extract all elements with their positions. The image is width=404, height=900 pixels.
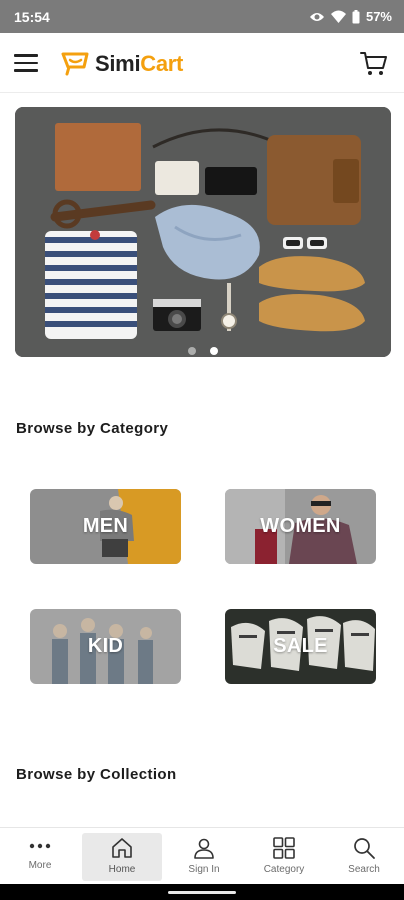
logo-cart-icon (61, 52, 89, 76)
nav-label-sign-in: Sign In (188, 864, 220, 875)
menu-icon-bar (14, 54, 38, 57)
banner-image (15, 107, 391, 357)
carousel-dot[interactable] (188, 347, 196, 355)
status-time: 15:54 (14, 8, 50, 25)
wifi-icon (330, 10, 346, 23)
nav-label-home: Home (108, 864, 136, 875)
nav-item-home[interactable]: Home (82, 833, 162, 881)
nav-label-category: Category (263, 864, 305, 875)
nav-item-sign-in[interactable]: Sign In (164, 828, 244, 884)
more-dots-icon (29, 843, 51, 849)
women-label: WOMEN (260, 515, 341, 537)
menu-button[interactable] (14, 49, 46, 77)
menu-icon-bar (14, 69, 38, 72)
app-header: SimiCart (0, 33, 404, 93)
sale-label: SALE (273, 635, 328, 657)
home-gesture-handle[interactable] (168, 891, 236, 894)
hero-banner[interactable] (15, 107, 391, 357)
home-icon (112, 838, 132, 858)
collection-section-title: Browse by Collection (16, 766, 177, 783)
battery-level: 57% (365, 9, 392, 24)
shopping-cart-icon (360, 52, 387, 75)
nav-label-more: More (28, 860, 52, 871)
battery-icon (352, 9, 360, 23)
status-bar: 15:54 57% (0, 0, 404, 33)
carousel-dot-active[interactable] (210, 347, 218, 355)
logo-simi-text: Simi (95, 51, 141, 76)
grid-icon (273, 837, 295, 859)
nav-label-search: Search (348, 864, 380, 875)
cart-button[interactable] (360, 51, 388, 77)
eye-icon (309, 12, 324, 21)
logo-cart-text: Cart (140, 51, 184, 76)
user-icon (194, 838, 214, 859)
search-icon (354, 838, 375, 859)
category-section-title: Browse by Category (16, 420, 169, 437)
simicart-logo[interactable]: SimiCart (61, 49, 183, 79)
category-tile-men[interactable]: MEN (30, 489, 181, 564)
system-gesture-bar (0, 884, 404, 900)
menu-icon-bar (14, 61, 38, 65)
category-tile-women[interactable]: WOMEN (225, 489, 376, 564)
men-label: MEN (82, 515, 129, 537)
nav-item-more[interactable]: More (0, 828, 80, 884)
bottom-navigation: More Home Sign In Category Search (0, 827, 404, 884)
status-icons: 57% (309, 9, 392, 24)
carousel-dots (15, 347, 391, 355)
category-tile-sale[interactable]: SALE (225, 609, 376, 684)
nav-item-category[interactable]: Category (244, 828, 324, 884)
nav-item-search[interactable]: Search (324, 828, 404, 884)
category-tile-kid[interactable]: KID (30, 609, 181, 684)
kid-label: KID (87, 635, 124, 657)
